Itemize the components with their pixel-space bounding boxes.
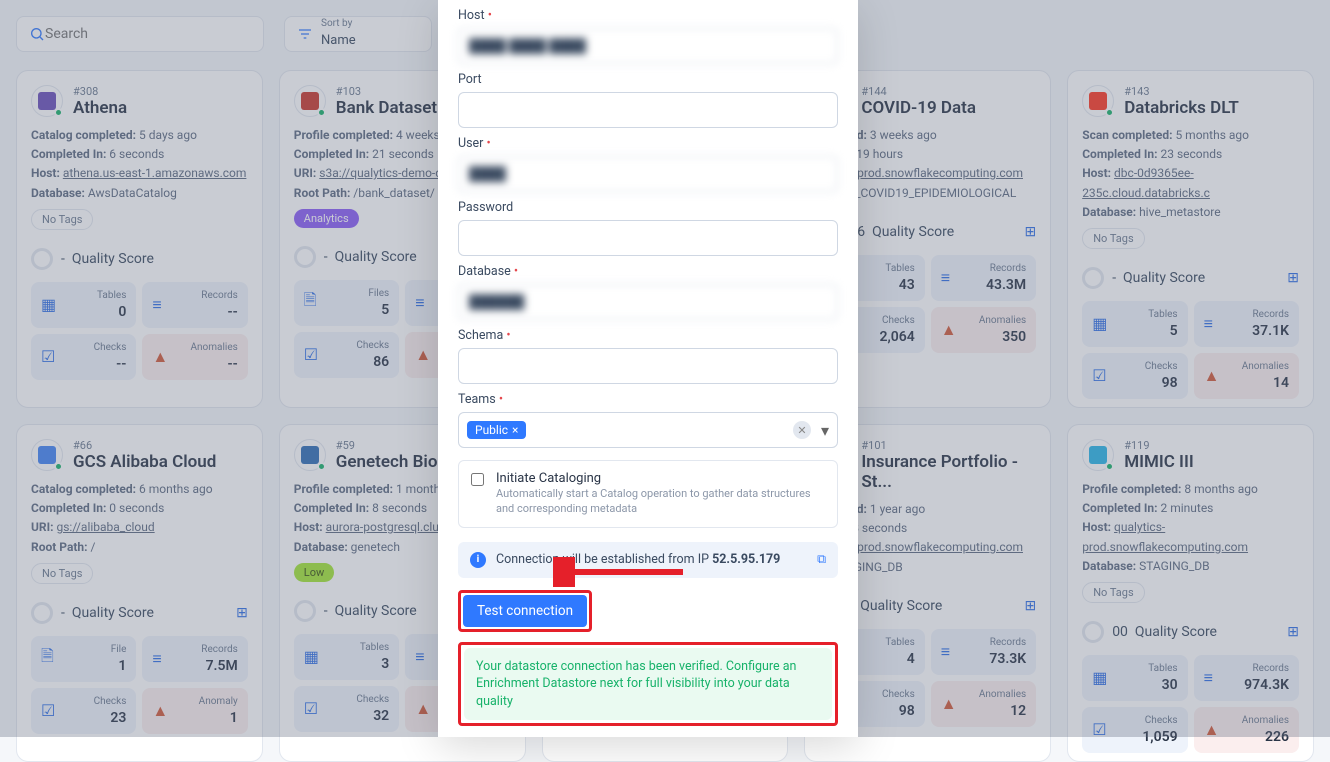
copy-icon[interactable]: ⧉ <box>817 552 826 567</box>
database-input[interactable] <box>458 284 838 320</box>
teams-label: Teams • <box>458 392 838 407</box>
clear-icon[interactable]: ✕ <box>793 421 811 439</box>
test-connection-highlight: Test connection <box>458 590 592 632</box>
success-message: Your datastore connection has been verif… <box>464 648 832 721</box>
password-input[interactable] <box>458 220 838 256</box>
catalog-option[interactable]: Initiate Cataloging Automatically start … <box>458 460 838 528</box>
add-datastore-modal: Host • Port User • Password Database • S… <box>438 0 858 737</box>
database-label: Database • <box>458 264 838 279</box>
schema-input[interactable] <box>458 348 838 384</box>
port-input[interactable] <box>458 92 838 128</box>
catalog-title: Initiate Cataloging <box>496 471 825 486</box>
teams-select[interactable]: Public × ✕ ▾ <box>458 412 838 448</box>
team-chip[interactable]: Public × <box>467 421 526 439</box>
user-label: User • <box>458 136 838 151</box>
host-input[interactable] <box>458 28 838 64</box>
user-input[interactable] <box>458 156 838 192</box>
chevron-down-icon: ▾ <box>821 421 829 440</box>
info-icon: i <box>470 552 486 568</box>
host-label: Host • <box>458 8 838 23</box>
schema-label: Schema • <box>458 328 838 343</box>
success-highlight: Your datastore connection has been verif… <box>458 642 838 727</box>
password-label: Password <box>458 200 838 215</box>
catalog-desc: Automatically start a Catalog operation … <box>496 486 825 517</box>
port-label: Port <box>458 72 838 87</box>
test-connection-button[interactable]: Test connection <box>463 595 587 627</box>
catalog-checkbox[interactable] <box>471 473 484 486</box>
chip-close-icon[interactable]: × <box>512 423 518 437</box>
annotation-arrow <box>553 557 693 587</box>
